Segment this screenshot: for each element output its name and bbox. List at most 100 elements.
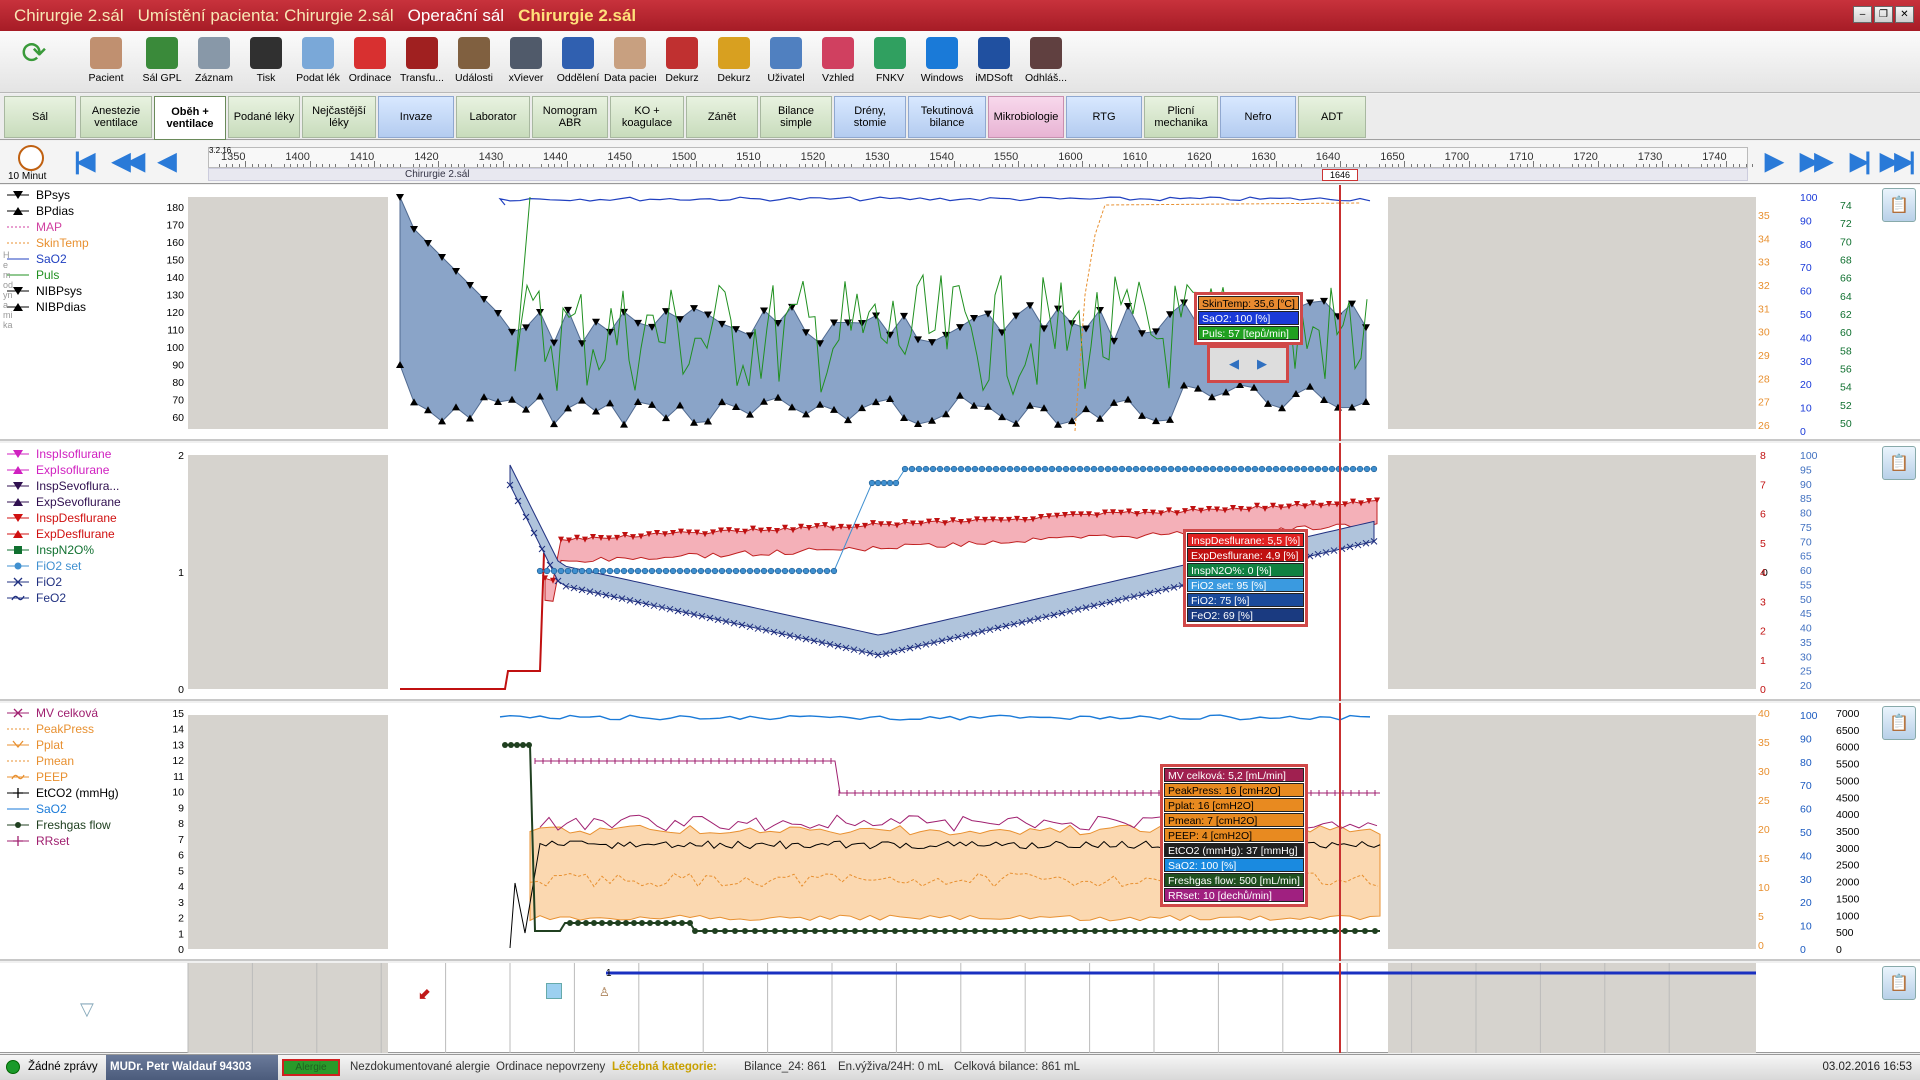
legend-item[interactable]: FiO2 set: [6, 558, 176, 574]
tab-0[interactable]: Sál: [4, 96, 76, 138]
tab-3[interactable]: Podané léky: [228, 96, 300, 138]
syringe-icon: [302, 37, 334, 69]
events-detail-icon[interactable]: 📋: [1882, 966, 1916, 1000]
fast-forward-icon[interactable]: ▶▶: [1800, 147, 1833, 176]
legend-item[interactable]: FiO2: [6, 574, 176, 590]
fast-back-icon[interactable]: ◀◀: [112, 147, 145, 176]
tab-9[interactable]: Zánět: [686, 96, 758, 138]
legend-item[interactable]: SaO2: [6, 251, 176, 267]
legend-item[interactable]: Pmean: [6, 753, 176, 769]
tab-8[interactable]: KO + koagulace: [610, 96, 684, 138]
tab-11[interactable]: Drény, stomie: [834, 96, 906, 138]
legend-item[interactable]: SaO2: [6, 801, 176, 817]
tab-6[interactable]: Laborator: [456, 96, 530, 138]
status-doctor[interactable]: MUDr. Petr Waldauf 94303: [106, 1055, 278, 1080]
legend-item[interactable]: NIBPdias: [6, 299, 176, 315]
toolbar-item-11[interactable]: Data pacienta: [604, 37, 656, 91]
legend-item[interactable]: EtCO2 (mmHg): [6, 785, 176, 801]
tab-16[interactable]: Nefro: [1220, 96, 1296, 138]
event-person-icon[interactable]: ♙: [599, 985, 610, 999]
legend-item[interactable]: InspSevoflura...: [6, 478, 176, 494]
toolbar-item-14[interactable]: Uživatel: [760, 37, 812, 91]
toolbar-item-4[interactable]: Tisk: [240, 37, 292, 91]
tooltip-next-icon[interactable]: ▶: [1257, 356, 1267, 372]
status-allergy-badge[interactable]: Alergie: [282, 1059, 340, 1076]
legend-item[interactable]: InspIsoflurane: [6, 446, 176, 462]
go-first-icon[interactable]: |◀: [74, 147, 95, 176]
tooltip-prev-icon[interactable]: ◀: [1229, 356, 1239, 372]
tab-15[interactable]: Plicní mechanika: [1144, 96, 1218, 138]
hemodynamics-detail-icon[interactable]: 📋: [1882, 188, 1916, 222]
tab-2[interactable]: Oběh + ventilace: [154, 96, 226, 140]
toolbar-item-9[interactable]: xViever: [500, 37, 552, 91]
status-messages[interactable]: Žádné zprávy: [28, 1061, 98, 1073]
toolbar-item-15[interactable]: Vzhled: [812, 37, 864, 91]
legend-item[interactable]: ExpSevoflurane: [6, 494, 176, 510]
toolbar-item-10[interactable]: Oddělení: [552, 37, 604, 91]
tab-7[interactable]: Nomogram ABR: [532, 96, 608, 138]
back-icon[interactable]: ◀: [158, 147, 177, 176]
printer-icon: [250, 37, 282, 69]
gases-detail-icon[interactable]: 📋: [1882, 446, 1916, 480]
toolbar-item-19[interactable]: Odhláš...: [1020, 37, 1072, 91]
axis-tick-label: 35: [1800, 637, 1812, 649]
toolbar-item-0[interactable]: ⟳: [8, 37, 60, 91]
gases-chart[interactable]: 2100876543210100959085807570656055504540…: [0, 443, 1920, 701]
toolbar-item-7[interactable]: Transfu...: [396, 37, 448, 91]
time-scale[interactable]: 3.2.16 1350 1400 1410 1420 1430 1440 1450 1500 1…: [208, 146, 1754, 168]
legend-item[interactable]: NIBPsys: [6, 283, 176, 299]
legend-item[interactable]: FeO2: [6, 590, 176, 606]
tab-4[interactable]: Nejčastější léky: [302, 96, 376, 138]
toolbar-item-2[interactable]: Sál GPL: [136, 37, 188, 91]
toolbar-item-8[interactable]: Události: [448, 37, 500, 91]
event-arrow-icon[interactable]: ⬋: [418, 985, 431, 1003]
event-photo-icon[interactable]: [546, 983, 562, 999]
minimize-icon[interactable]: –: [1853, 6, 1872, 23]
events-track[interactable]: [0, 963, 1920, 1053]
legend-item[interactable]: RRset: [6, 833, 176, 849]
legend-item[interactable]: ExpDesflurane: [6, 526, 176, 542]
go-last-icon[interactable]: ▶|: [1850, 147, 1871, 176]
hemodynamics-chart[interactable]: 1801701601501401301201101009080706035343…: [0, 185, 1920, 441]
toolbar-item-12[interactable]: Dekurz: [656, 37, 708, 91]
toolbar-item-16[interactable]: FNKV: [864, 37, 916, 91]
tab-17[interactable]: ADT: [1298, 96, 1366, 138]
toolbar-item-3[interactable]: Záznam: [188, 37, 240, 91]
tab-14[interactable]: RTG: [1066, 96, 1142, 138]
tab-5[interactable]: Invaze: [378, 96, 454, 138]
respiration-detail-icon[interactable]: 📋: [1882, 706, 1916, 740]
clock-icon[interactable]: [18, 145, 44, 171]
legend-item[interactable]: PEEP: [6, 769, 176, 785]
tab-13[interactable]: Mikrobiologie: [988, 96, 1064, 138]
legend-item[interactable]: InspDesflurane: [6, 510, 176, 526]
legend-item[interactable]: ExpIsoflurane: [6, 462, 176, 478]
tab-1[interactable]: Anestezie ventilace: [80, 96, 152, 138]
toolbar-item-18[interactable]: iMDSoft: [968, 37, 1020, 91]
legend-item[interactable]: BPdias: [6, 203, 176, 219]
legend-item[interactable]: InspN2O%: [6, 542, 176, 558]
respiration-tooltip: MV celková: 5,2 [mL/min] PeakPress: 16 [c…: [1160, 764, 1308, 907]
legend-item[interactable]: BPsys: [6, 187, 176, 203]
legend-item[interactable]: Pplat: [6, 737, 176, 753]
legend-item[interactable]: MV celková: [6, 705, 176, 721]
collapse-icon[interactable]: ▽: [80, 999, 94, 1020]
close-icon[interactable]: ✕: [1895, 6, 1914, 23]
respiration-chart[interactable]: 1514131211109876543210403530252015105010…: [0, 703, 1920, 961]
toolbar-item-13[interactable]: Dekurz: [708, 37, 760, 91]
toolbar-item-5[interactable]: Podat lék: [292, 37, 344, 91]
tab-10[interactable]: Bilance simple: [760, 96, 832, 138]
legend-item[interactable]: MAP: [6, 219, 176, 235]
toolbar-item-17[interactable]: Windows: [916, 37, 968, 91]
freshgas-point: [992, 928, 998, 934]
legend-item[interactable]: PeakPress: [6, 721, 176, 737]
legend-item[interactable]: Puls: [6, 267, 176, 283]
toolbar-item-6[interactable]: Ordinace: [344, 37, 396, 91]
go-now-icon[interactable]: ▶▶|: [1880, 147, 1916, 176]
restore-icon[interactable]: ❐: [1874, 6, 1893, 23]
tab-12[interactable]: Tekutinová bilance: [908, 96, 986, 138]
legend-item[interactable]: Freshgas flow: [6, 817, 176, 833]
toolbar-item-1[interactable]: Pacient: [80, 37, 132, 91]
window-title-unit: Operační sál: [407, 5, 505, 25]
forward-icon[interactable]: ▶: [1765, 147, 1784, 176]
legend-item[interactable]: SkinTemp: [6, 235, 176, 251]
